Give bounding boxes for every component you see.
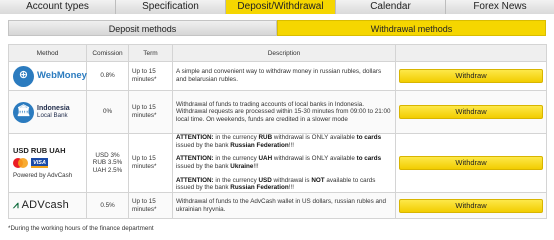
webmoney-icon: ⊕ [13,65,34,87]
description-cell: ATTENTION: in the currency RUB withdrawa… [172,133,396,193]
tab-forex-news[interactable]: Forex News [446,0,554,14]
method-subtabs: Deposit methods Withdrawal methods [8,20,546,36]
table-row: 🏛 Indonesia Local Bank 0% Up to 15 minut… [8,90,547,134]
header-action [395,44,547,62]
method-name: ADVcash [21,198,69,211]
tab-deposit-withdrawal[interactable]: Deposit/Withdrawal [226,0,336,14]
table-row: USD RUB UAH VISA Powered by AdvCash USD … [8,133,547,193]
table-row: ⊕ WebMoney 0.8% Up to 15 minutes* A simp… [8,61,547,91]
method-name: WebMoney [37,70,87,82]
method-cell: ⩘ ADVcash [8,192,87,219]
term-cell: Up to 15 minutes* [128,61,173,91]
attention-uah: ATTENTION: in the currency UAH withdrawa… [176,155,382,170]
commission-cell: 0.5% [86,192,129,219]
description-cell: A simple and convenient way to withdraw … [172,61,396,91]
attention-usd: ATTENTION: in the currency USD withdrawa… [176,176,376,192]
tab-specification[interactable]: Specification [116,0,226,14]
subtab-deposit-methods[interactable]: Deposit methods [8,20,277,36]
commission-rub: RUB 3.5% [92,159,123,167]
bank-icon: 🏛 [13,101,34,123]
withdraw-button[interactable]: Withdraw [399,69,543,83]
action-cell: Withdraw [395,133,547,193]
subtab-withdrawal-methods[interactable]: Withdrawal methods [277,20,546,36]
method-cell: 🏛 Indonesia Local Bank [8,90,87,134]
header-term: Term [128,44,173,62]
method-subtitle: Local Bank [37,112,68,119]
visa-icon: VISA [31,157,48,168]
withdraw-button[interactable]: Withdraw [399,198,543,213]
method-cell: ⊕ WebMoney [8,61,87,91]
footnote: *During the working hours of the finance… [8,225,154,232]
indonesia-bank-logo: 🏛 Indonesia Local Bank [13,101,83,123]
advcash-icon: ⩘ [13,199,19,211]
advcash-logo: ⩘ ADVcash [13,198,83,211]
method-subtitle: Powered by AdvCash [13,171,73,179]
tab-account-types[interactable]: Account types [0,0,116,14]
method-name: Indonesia [37,104,70,112]
top-navigation: Account types Specification Deposit/With… [0,0,554,14]
method-name: USD RUB UAH [13,145,66,155]
withdrawal-methods-table: Method Comission Term Description ⊕ WebM… [8,44,547,219]
commission-cell: 0% [86,90,129,134]
card-logos: VISA [13,157,83,168]
tab-calendar[interactable]: Calendar [336,0,446,14]
term-cell: Up to 15 minutes* [128,133,173,193]
commission-uah: UAH 2.5% [92,166,123,174]
withdraw-button[interactable]: Withdraw [399,105,543,119]
withdraw-button[interactable]: Withdraw [399,156,543,170]
description-cell: Withdrawal of funds to trading accounts … [172,90,396,134]
table-header-row: Method Comission Term Description [8,44,547,62]
commission-cell: 0.8% [86,61,129,91]
action-cell: Withdraw [395,90,547,134]
action-cell: Withdraw [395,192,547,219]
mastercard-icon [13,157,28,168]
header-commission: Comission [86,44,129,62]
method-cell: USD RUB UAH VISA Powered by AdvCash [8,133,87,193]
webmoney-logo: ⊕ WebMoney [13,65,87,87]
commission-cell: USD 3% RUB 3.5% UAH 2.5% [86,133,129,193]
description-cell: Withdrawal of funds to the AdvCash walle… [172,192,396,219]
action-cell: Withdraw [395,61,547,91]
term-cell: Up to 15 minutes* [128,90,173,134]
term-cell: Up to 15 minutes* [128,192,173,219]
attention-rub: ATTENTION: in the currency RUB withdrawa… [176,134,382,149]
header-description: Description [172,44,396,62]
table-row: ⩘ ADVcash 0.5% Up to 15 minutes* Withdra… [8,192,547,219]
header-method: Method [8,44,87,62]
commission-usd: USD 3% [95,151,120,159]
